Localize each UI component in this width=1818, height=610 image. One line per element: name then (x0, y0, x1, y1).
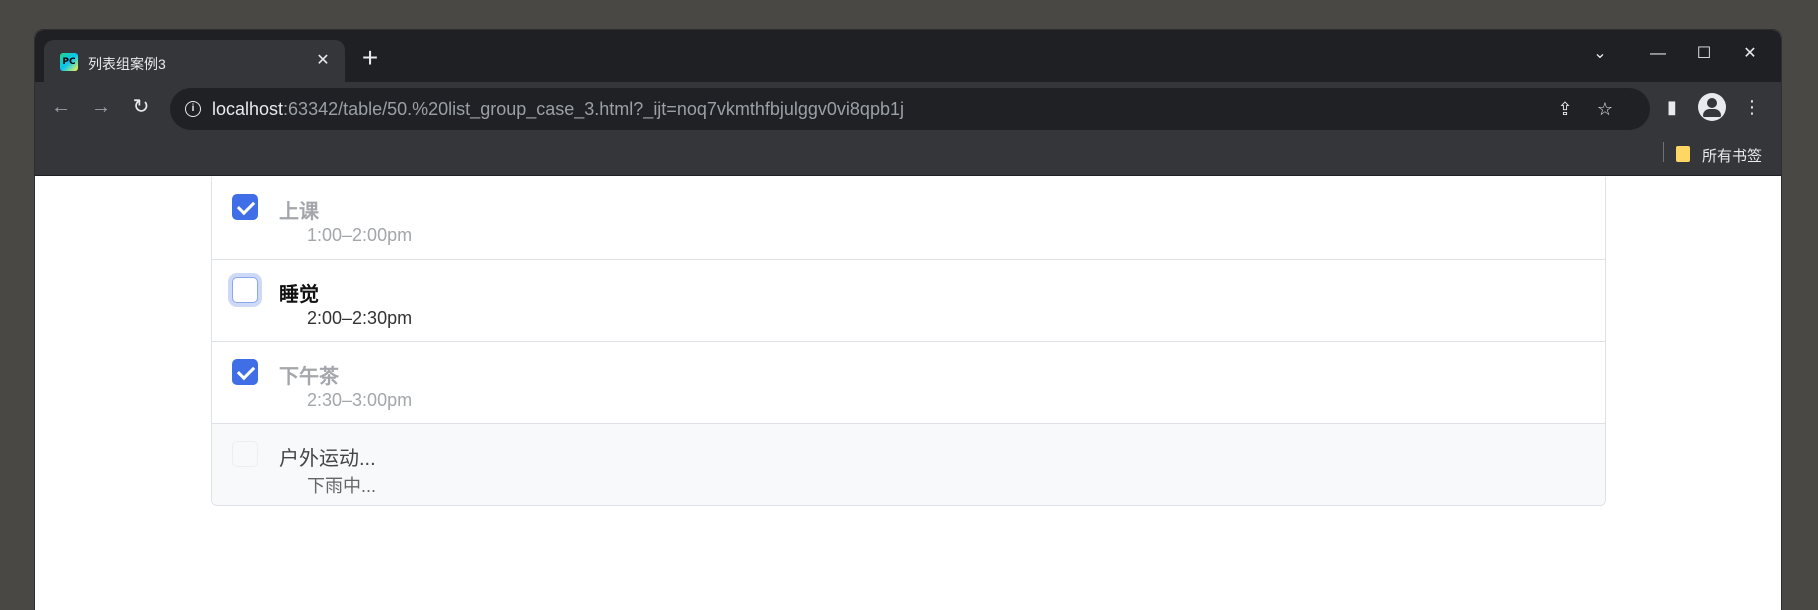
tab-title: 列表组案例3 (88, 56, 166, 72)
page-content: 上课 1:00–2:00pm 睡觉 2:00–2:30pm 下午茶 2:30–3… (35, 177, 1781, 610)
active-tab[interactable]: PC 列表组案例3 ✕ (44, 40, 345, 82)
list-item-disabled: 户外运动... 下雨中... (212, 424, 1605, 505)
pycharm-favicon-icon: PC (60, 53, 78, 71)
minimize-button[interactable]: — (1635, 38, 1681, 70)
tab-strip: PC 列表组案例3 ✕ + ⌄ — ☐ ✕ (35, 30, 1781, 82)
browser-toolbar: ← → ↻ i localhost:63342/table/50.%20list… (35, 82, 1781, 132)
bookmarks-divider (1663, 142, 1664, 162)
item-time: 2:00–2:30pm (307, 308, 413, 328)
tab-search-icon[interactable]: ⌄ (1577, 38, 1623, 70)
all-bookmarks-link[interactable]: 所有书签 (1702, 145, 1762, 166)
address-bar[interactable]: i localhost:63342/table/50.%20list_group… (170, 88, 1650, 130)
share-icon[interactable]: ⇪ (1553, 97, 1577, 121)
checkbox-unchecked[interactable] (232, 277, 258, 303)
side-panel-icon[interactable]: ▮ (1658, 93, 1686, 121)
checkbox-checked[interactable] (232, 359, 258, 385)
item-time: 1:00–2:00pm (307, 225, 413, 245)
new-tab-button[interactable]: + (355, 44, 385, 74)
close-window-button[interactable]: ✕ (1727, 38, 1773, 70)
bookmarks-bar: 所有书签 (35, 132, 1781, 176)
browser-menu-icon[interactable]: ⋮ (1738, 93, 1766, 121)
folder-icon (1676, 146, 1690, 162)
site-info-icon[interactable]: i (185, 101, 201, 117)
browser-window: PC 列表组案例3 ✕ + ⌄ — ☐ ✕ ← → ↻ i localhost:… (35, 30, 1781, 610)
reload-button[interactable]: ↻ (125, 91, 157, 123)
url-path: :63342/table/50.%20list_group_case_3.htm… (283, 99, 904, 119)
item-title: 睡觉 (279, 284, 319, 306)
tab-close-icon[interactable]: ✕ (311, 49, 335, 73)
item-title: 上课 (279, 201, 319, 223)
item-time: 下雨中... (307, 476, 377, 496)
list-item[interactable]: 上课 1:00–2:00pm (212, 177, 1605, 260)
item-title: 下午茶 (279, 366, 339, 388)
item-title: 户外运动... (279, 448, 376, 470)
forward-button[interactable]: → (85, 91, 117, 123)
list-item[interactable]: 睡觉 2:00–2:30pm (212, 260, 1605, 342)
list-item[interactable]: 下午茶 2:30–3:00pm (212, 342, 1605, 424)
url-text[interactable]: localhost:63342/table/50.%20list_group_c… (212, 99, 904, 120)
back-button[interactable]: ← (45, 91, 77, 123)
url-host: localhost (212, 99, 284, 119)
list-group: 上课 1:00–2:00pm 睡觉 2:00–2:30pm 下午茶 2:30–3… (211, 177, 1606, 506)
checkbox-disabled (232, 441, 258, 467)
item-time: 2:30–3:00pm (307, 390, 413, 410)
maximize-button[interactable]: ☐ (1681, 38, 1727, 70)
checkbox-checked[interactable] (232, 194, 258, 220)
profile-avatar-icon[interactable] (1698, 93, 1726, 121)
bookmark-star-icon[interactable]: ☆ (1593, 97, 1617, 121)
